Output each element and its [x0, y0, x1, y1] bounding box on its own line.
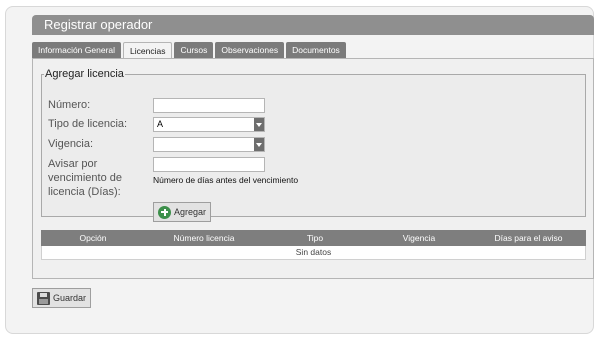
aviso-label-line-1: Avisar por: [48, 158, 98, 170]
chevron-down-icon[interactable]: [254, 118, 264, 131]
column-vigencia[interactable]: Vigencia: [367, 230, 471, 246]
tab-informacion-general[interactable]: Información General: [32, 42, 122, 58]
tab-cursos[interactable]: Cursos: [174, 42, 214, 58]
tipo-licencia-label: Tipo de licencia:: [48, 118, 128, 130]
tipo-licencia-value: A: [157, 119, 164, 129]
column-opcion[interactable]: Opción: [41, 230, 145, 246]
add-license-legend: Agregar licencia: [45, 68, 124, 80]
table-empty-message: Sin datos: [41, 246, 586, 260]
floppy-disk-icon: [37, 291, 50, 305]
plus-circle-icon: [158, 205, 171, 219]
aviso-label-line-2: vencimiento de: [48, 172, 122, 184]
save-button-label: Guardar: [53, 293, 87, 303]
numero-input[interactable]: [153, 98, 265, 113]
tab-observaciones[interactable]: Observaciones: [215, 42, 285, 58]
aviso-label-line-3: licencia (Días):: [48, 186, 121, 198]
vigencia-select[interactable]: [153, 137, 265, 152]
column-numero-licencia[interactable]: Número licencia: [145, 230, 263, 246]
table-header: Opción Número licencia Tipo Vigencia Día…: [41, 230, 586, 246]
column-tipo[interactable]: Tipo: [263, 230, 367, 246]
tab-documentos[interactable]: Documentos: [286, 42, 346, 58]
chevron-down-icon[interactable]: [254, 138, 264, 151]
numero-label: Número:: [48, 99, 91, 111]
aviso-hint: Número de días antes del vencimiento: [153, 175, 299, 185]
add-license-fieldset: Agregar licencia Número: Tipo de licenci…: [41, 68, 586, 222]
licenses-table: Opción Número licencia Tipo Vigencia Día…: [41, 230, 586, 260]
tab-bar: Información General Licencias Cursos Obs…: [32, 42, 346, 59]
tipo-licencia-select[interactable]: A: [153, 117, 265, 132]
add-license-button-label: Agregar: [174, 207, 207, 217]
licencias-panel: Agregar licencia Número: Tipo de licenci…: [32, 58, 594, 279]
page-title: Registrar operador: [32, 15, 594, 35]
vigencia-label: Vigencia:: [48, 138, 94, 150]
save-button[interactable]: Guardar: [32, 288, 92, 308]
add-license-button[interactable]: Agregar: [153, 202, 212, 222]
column-dias-aviso[interactable]: Días para el aviso: [471, 230, 586, 246]
aviso-dias-input[interactable]: [153, 157, 265, 172]
tab-licencias[interactable]: Licencias: [123, 42, 173, 59]
